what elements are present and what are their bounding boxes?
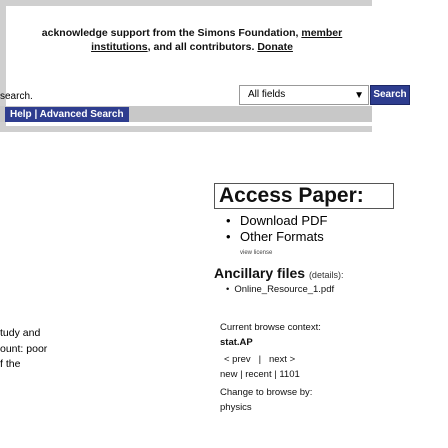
listing-nav: new | recent | 1101 bbox=[220, 369, 300, 380]
access-list: Download PDF Other Formats bbox=[226, 213, 327, 245]
institutions-link[interactable]: institutions bbox=[91, 41, 148, 53]
search-field-select[interactable]: All fields ▼ bbox=[239, 85, 369, 105]
acknowledgement-line-2: institutions, and all contributors. Dona… bbox=[16, 41, 368, 53]
other-formats-link[interactable]: Other Formats bbox=[226, 229, 327, 245]
abstract-fragment: f the bbox=[0, 358, 21, 370]
browse-context-label: Current browse context: bbox=[220, 322, 321, 333]
prev-link[interactable]: < prev bbox=[224, 354, 251, 365]
ancillary-details-link[interactable]: (details): bbox=[309, 270, 344, 280]
search-help-fragment: search. bbox=[0, 91, 33, 102]
acknowledgement-middle: , and all contributors. bbox=[147, 41, 255, 53]
next-link[interactable]: next > bbox=[269, 354, 295, 365]
new-link[interactable]: new bbox=[220, 369, 237, 380]
access-paper-box: Access Paper: bbox=[214, 183, 394, 209]
other-formats-label: Other Formats bbox=[240, 229, 324, 244]
download-pdf-link[interactable]: Download PDF bbox=[226, 213, 327, 229]
search-field-value: All fields bbox=[248, 89, 286, 100]
search-button[interactable]: Search bbox=[370, 85, 410, 105]
nav-separator: | bbox=[274, 369, 277, 380]
member-link[interactable]: member bbox=[301, 27, 342, 39]
prev-next-nav: < prev | next > bbox=[224, 354, 295, 365]
change-browse-link[interactable]: physics bbox=[220, 402, 252, 413]
nav-separator: | bbox=[240, 369, 243, 380]
download-pdf-label: Download PDF bbox=[240, 213, 328, 228]
help-advanced-link[interactable]: Help | Advanced Search bbox=[5, 107, 129, 122]
ancillary-files-label: Ancillary files bbox=[214, 265, 306, 281]
browse-context-value: stat.AP bbox=[220, 337, 253, 348]
view-license-link[interactable]: view license bbox=[240, 250, 272, 256]
ancillary-file-item[interactable]: • Online_Resource_1.pdf bbox=[226, 284, 334, 295]
bullet-icon: • bbox=[226, 284, 230, 295]
abstract-fragment: ount: poor bbox=[0, 343, 48, 355]
nav-separator: | bbox=[258, 354, 262, 365]
listing-number-link[interactable]: 1101 bbox=[279, 369, 299, 380]
acknowledgement-line: acknowledge support from the Simons Foun… bbox=[16, 27, 368, 39]
chevron-down-icon: ▼ bbox=[354, 90, 364, 101]
abstract-fragment: tudy and bbox=[0, 327, 41, 339]
recent-link[interactable]: recent bbox=[245, 369, 271, 380]
ancillary-files-heading: Ancillary files (details): bbox=[214, 265, 343, 281]
donate-link[interactable]: Donate bbox=[257, 41, 293, 53]
change-browse-label: Change to browse by: bbox=[220, 387, 313, 398]
ancillary-file-link[interactable]: Online_Resource_1.pdf bbox=[234, 284, 334, 295]
access-paper-heading: Access Paper: bbox=[219, 184, 364, 207]
acknowledgement-text: acknowledge support from the Simons Foun… bbox=[41, 27, 299, 39]
